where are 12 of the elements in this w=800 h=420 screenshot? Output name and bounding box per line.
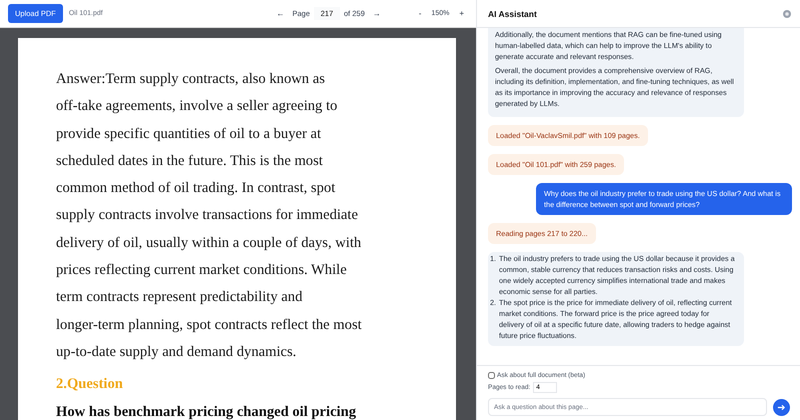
- settings-icon[interactable]: [782, 8, 792, 18]
- next-page-button[interactable]: →: [368, 9, 385, 18]
- arrow-icon: [777, 402, 786, 412]
- paragraph: Answer:Term supply contracts, also known as off-take agreements, involve a seller agreeing to provide specific quantities of oil to a buyer at scheduled dates in the future. This is the most common method of oil trading. In contrast, spot supply contracts involve transactions for immediate delivery of oil, usually within a couple of days, with prices reflecting current market conditions. While term contracts represent predictability and longer-term planning, spot contracts reflect the most up-to-date supply and demand dynamics.: [56, 70, 363, 362]
- previous-page-button[interactable]: ←: [272, 9, 288, 18]
- full-document-checkbox[interactable]: [488, 372, 495, 379]
- panel-title: AI Assistant: [488, 8, 537, 18]
- zoom-in-button[interactable]: +: [455, 9, 468, 18]
- zoom-out-button[interactable]: -: [414, 9, 426, 18]
- section-heading: 2.Question: [56, 375, 124, 394]
- question-heading: How has benchmark pricing changed oil pricing: [56, 403, 358, 420]
- send-button[interactable]: [773, 398, 790, 416]
